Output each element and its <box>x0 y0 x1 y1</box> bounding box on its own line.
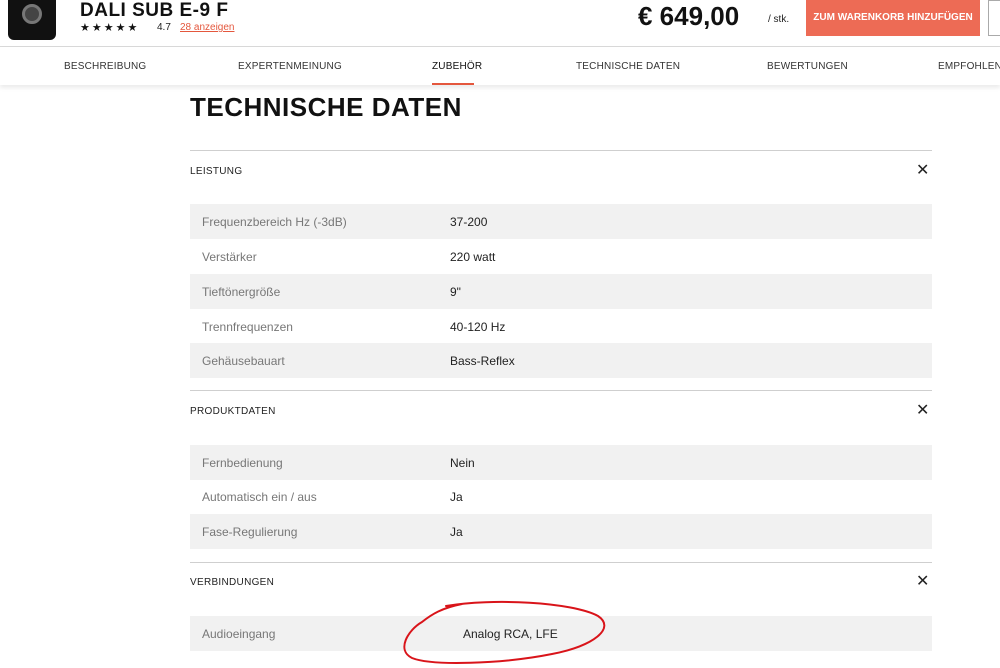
tab-zubehoer[interactable]: ZUBEHÖR <box>432 61 482 72</box>
spec-value: Bass-Reflex <box>450 354 515 368</box>
spec-row: Gehäusebauart Bass-Reflex <box>190 343 932 378</box>
spec-value: 40-120 Hz <box>450 320 506 334</box>
rating-value: 4.7 <box>157 22 171 33</box>
spec-key: Verstärker <box>202 250 257 264</box>
spec-key: Trennfrequenzen <box>202 320 293 334</box>
reviews-link[interactable]: 28 anzeigen <box>180 22 235 33</box>
tab-bewertungen[interactable]: BEWERTUNGEN <box>767 61 848 72</box>
page-title: TECHNISCHE DATEN <box>190 92 462 122</box>
close-icon[interactable]: ✕ <box>916 403 929 419</box>
spec-key: Tieftönergröße <box>202 285 281 299</box>
price-unit: / stk. <box>768 14 790 25</box>
spec-key: Audioeingang <box>202 627 276 641</box>
spec-value: Nein <box>450 456 475 470</box>
product-thumbnail <box>8 0 56 40</box>
spec-value: 37-200 <box>450 215 488 229</box>
tab-empfohlene[interactable]: EMPFOHLENE <box>938 61 1000 72</box>
add-to-cart-button[interactable]: ZUM WARENKORB HINZUFÜGEN <box>806 0 980 36</box>
section-title-verbindungen[interactable]: VERBINDUNGEN <box>190 577 274 588</box>
spec-key: Frequenzbereich Hz (-3dB) <box>202 215 347 229</box>
section-divider <box>190 562 932 563</box>
spec-key: Automatisch ein / aus <box>202 490 317 504</box>
product-tabs: BESCHREIBUNG EXPERTENMEINUNG ZUBEHÖR TEC… <box>0 47 1000 85</box>
product-name: DALI SUB E-9 F <box>80 0 229 21</box>
close-icon[interactable]: ✕ <box>916 574 929 590</box>
tab-beschreibung[interactable]: BESCHREIBUNG <box>64 61 146 72</box>
spec-value: Ja <box>450 525 463 539</box>
active-tab-indicator <box>432 83 474 85</box>
section-title-leistung[interactable]: LEISTUNG <box>190 166 242 177</box>
spec-row: Frequenzbereich Hz (-3dB) 37-200 <box>190 204 932 239</box>
wishlist-button[interactable] <box>988 0 1000 36</box>
spec-value: 9" <box>450 285 461 299</box>
spec-row: Trennfrequenzen 40-120 Hz <box>190 309 932 344</box>
tab-technische-daten[interactable]: TECHNISCHE DATEN <box>576 61 680 72</box>
spec-key: Gehäusebauart <box>202 354 285 368</box>
spec-value: 220 watt <box>450 250 496 264</box>
annotation-circle <box>403 600 606 664</box>
section-divider <box>190 390 932 391</box>
spec-row: Verstärker 220 watt <box>190 239 932 274</box>
spec-row: Fase-Regulierung Ja <box>190 514 932 549</box>
tab-expertenmeinung[interactable]: EXPERTENMEINUNG <box>238 61 342 72</box>
close-icon[interactable]: ✕ <box>916 163 929 179</box>
spec-value: Ja <box>450 490 463 504</box>
product-price: € 649,00 <box>638 1 740 31</box>
spec-key: Fase-Regulierung <box>202 525 298 539</box>
section-divider <box>190 150 932 151</box>
spec-row: Tieftönergröße 9" <box>190 274 932 309</box>
speaker-driver-icon <box>22 4 42 24</box>
rating-stars-icon: ★★★★★ <box>80 22 140 34</box>
product-header-bar: DALI SUB E-9 F ★★★★★ 4.7 28 anzeigen € 6… <box>0 0 1000 47</box>
spec-row: Automatisch ein / aus Ja <box>190 479 932 514</box>
section-title-produktdaten[interactable]: PRODUKTDATEN <box>190 406 276 417</box>
spec-key: Fernbedienung <box>202 456 283 470</box>
spec-row: Fernbedienung Nein <box>190 445 932 480</box>
